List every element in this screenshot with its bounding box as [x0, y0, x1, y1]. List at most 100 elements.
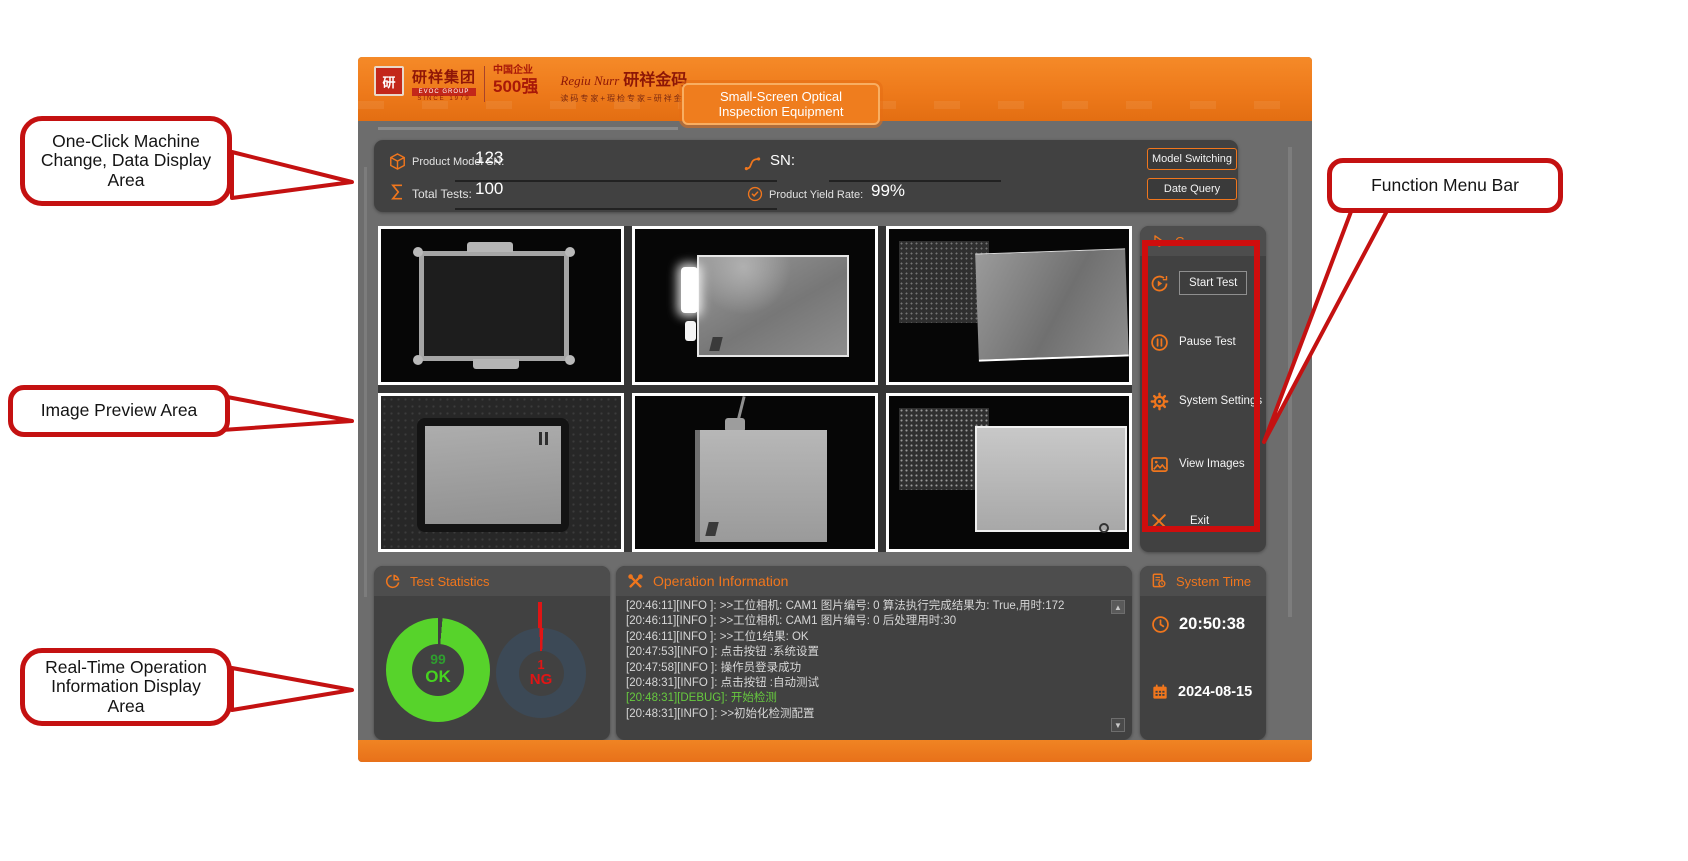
decor-line	[1288, 147, 1292, 617]
preview-image-cam6	[886, 393, 1132, 552]
evoc-logo-icon: 研	[374, 66, 404, 96]
start-test-icon	[1149, 273, 1170, 294]
sn-route-icon	[742, 152, 763, 173]
logo-divider	[484, 66, 485, 102]
logo-tagline: 读码专家+瑕检专家=研祥金码	[560, 93, 693, 104]
logo-rank-bottom: 500强	[493, 78, 538, 95]
field-underline	[455, 208, 777, 210]
operation-information-header: Operation Information	[616, 566, 1132, 596]
model-switching-button[interactable]: Model Switching	[1147, 148, 1237, 170]
decor-line	[378, 127, 678, 130]
system-date-value: 2024-08-15	[1178, 684, 1252, 700]
callout-tail-data-display	[232, 152, 352, 198]
preview-image-cam4	[378, 393, 624, 552]
app-header: 研 研祥集团 EVOC GROUP SINCE 1979 中国企业 500强 R…	[358, 57, 1312, 121]
product-model-value: 123	[475, 148, 503, 168]
image-preview-area	[378, 226, 1132, 552]
click-icon	[1150, 233, 1167, 250]
yield-check-icon	[746, 185, 764, 203]
function-menu-panel: C Start Test Pause Test System Settings	[1140, 226, 1266, 552]
inspection-app-window: 研 研祥集团 EVOC GROUP SINCE 1979 中国企业 500强 R…	[358, 57, 1312, 762]
callout-data-display-area: One-Click Machine Change, Data Display A…	[20, 116, 232, 206]
preview-image-cam2	[632, 226, 878, 385]
system-time-title: System Time	[1176, 574, 1251, 589]
test-statistics-panel: Test Statistics 99 OK 1 NG	[374, 566, 610, 740]
log-line: [20:48:31][INFO ]: >>初始化检测配置	[626, 707, 1106, 722]
log-line-debug: [20:48:31][DEBUG]: 开始检测	[626, 691, 1106, 706]
preview-image-cam1	[378, 226, 624, 385]
system-settings-label: System Settings	[1179, 395, 1262, 407]
view-images-icon	[1149, 454, 1170, 475]
log-line: [20:48:31][INFO ]: 点击按钮 :自动测试	[626, 676, 1106, 691]
page-title: Small-Screen Optical Inspection Equipmen…	[682, 83, 880, 125]
pause-test-button[interactable]: Pause Test	[1140, 325, 1266, 359]
system-settings-icon	[1149, 391, 1170, 412]
ng-count: 1	[496, 658, 586, 672]
callout-function-menu-bar: Function Menu Bar	[1327, 158, 1563, 213]
page-title-line1: Small-Screen Optical	[720, 89, 842, 104]
total-tests-value: 100	[475, 179, 503, 199]
calendar-icon	[1150, 682, 1170, 702]
pause-test-icon	[1149, 332, 1170, 353]
preview-image-cam5	[632, 393, 878, 552]
sigma-icon	[387, 182, 407, 202]
function-menu-title: C	[1175, 234, 1184, 249]
system-settings-button[interactable]: System Settings	[1140, 384, 1266, 418]
log-line: [20:46:11][INFO ]: >>工位相机: CAM1 图片编号: 0 …	[626, 599, 1106, 614]
test-statistics-header: Test Statistics	[374, 566, 610, 596]
field-underline	[829, 180, 1001, 182]
operation-log[interactable]: [20:46:11][INFO ]: >>工位相机: CAM1 图片编号: 0 …	[626, 599, 1106, 734]
operation-information-title: Operation Information	[653, 573, 788, 589]
ok-count: 99	[386, 652, 490, 667]
pause-test-label: Pause Test	[1179, 336, 1236, 348]
logo-brand-en: EVOC GROUP	[412, 88, 476, 96]
system-time-value: 20:50:38	[1179, 615, 1245, 634]
callout-tail-image-preview	[222, 396, 352, 430]
logo-brand-cn: 研祥集团	[412, 66, 476, 87]
operation-information-panel: Operation Information [20:46:11][INFO ]:…	[616, 566, 1132, 740]
exit-icon	[1149, 511, 1169, 531]
date-query-button[interactable]: Date Query	[1147, 178, 1237, 200]
screenshot-canvas: 研 研祥集团 EVOC GROUP SINCE 1979 中国企业 500强 R…	[0, 0, 1688, 861]
view-images-button[interactable]: View Images	[1140, 447, 1266, 481]
evoc-logo: 研 研祥集团 EVOC GROUP SINCE 1979 中国企业 500强 R…	[374, 66, 694, 104]
log-line: [20:47:53][INFO ]: 点击按钮 :系统设置	[626, 645, 1106, 660]
yield-value: 99%	[871, 181, 905, 201]
function-menu-header: C	[1140, 226, 1266, 256]
logo-since: SINCE 1979	[412, 96, 476, 102]
decor-line	[364, 167, 367, 597]
callout-realtime-info-area: Real-Time Operation Information Display …	[20, 648, 232, 726]
preview-image-cam3	[886, 226, 1132, 385]
system-time-header: System Time	[1140, 566, 1266, 596]
exit-button[interactable]: Exit	[1140, 504, 1266, 538]
system-time-panel: System Time 20:50:38 2024-08-15	[1140, 566, 1266, 740]
ok-label: OK	[386, 668, 490, 686]
page-title-line2: Inspection Equipment	[718, 104, 843, 119]
sn-label: SN:	[770, 152, 795, 169]
ng-tick-mark	[538, 602, 542, 630]
log-line: [20:46:11][INFO ]: >>工位1结果: OK	[626, 630, 1106, 645]
product-box-icon	[388, 152, 407, 171]
callout-image-preview-area: Image Preview Area	[8, 385, 230, 437]
callout-tail-realtime-info	[232, 668, 352, 710]
logo-script-text: Regiu Nurr	[560, 73, 619, 89]
data-display-panel: Product Model SN: 123 Total Tests: 100 S…	[374, 140, 1238, 212]
yield-label: Product Yield Rate:	[769, 189, 863, 201]
start-test-button[interactable]: Start Test	[1140, 266, 1266, 300]
view-images-label: View Images	[1179, 458, 1245, 470]
document-clock-icon	[1150, 572, 1168, 590]
clock-icon	[1150, 614, 1171, 635]
start-test-label: Start Test	[1179, 271, 1247, 295]
log-line: [20:47:58][INFO ]: 操作员登录成功	[626, 661, 1106, 676]
crossed-tools-icon	[626, 572, 645, 591]
pie-chart-icon	[384, 572, 402, 590]
scroll-down-button[interactable]: ▼	[1111, 718, 1125, 732]
logo-product-brand: 研祥金码	[623, 66, 687, 90]
test-statistics-title: Test Statistics	[410, 574, 489, 589]
total-tests-label: Total Tests:	[412, 187, 472, 201]
ng-label: NG	[496, 672, 586, 688]
logo-rank-top: 中国企业	[493, 66, 538, 76]
app-footer-bar	[358, 740, 1312, 762]
exit-label: Exit	[1190, 515, 1209, 527]
scroll-up-button[interactable]: ▲	[1111, 600, 1125, 614]
